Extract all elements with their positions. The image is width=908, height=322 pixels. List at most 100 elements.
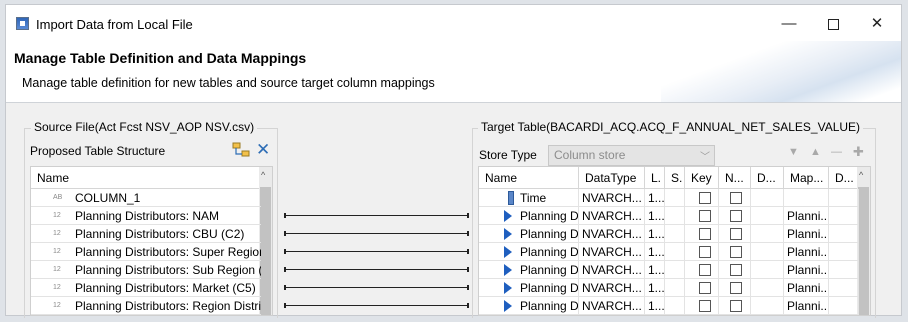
key-checkbox[interactable] bbox=[699, 210, 711, 222]
target-name-cell[interactable]: Planning D bbox=[479, 261, 579, 279]
key-cell[interactable] bbox=[685, 189, 719, 207]
length-cell[interactable]: 1... bbox=[645, 225, 665, 243]
description-cell[interactable] bbox=[829, 261, 859, 279]
target-name-cell[interactable]: Time bbox=[479, 189, 579, 207]
mapping-cell[interactable] bbox=[784, 189, 829, 207]
target-column-header[interactable]: L. bbox=[645, 167, 665, 189]
nullable-cell[interactable] bbox=[719, 207, 751, 225]
source-table-row[interactable]: 12 Planning Distributors: Region Distribu… bbox=[31, 297, 261, 315]
nullable-checkbox[interactable] bbox=[730, 300, 742, 312]
default-cell[interactable] bbox=[751, 243, 784, 261]
nullable-cell[interactable] bbox=[719, 243, 751, 261]
source-table-row[interactable]: 12 Planning Distributors: Super Region (C… bbox=[31, 243, 261, 261]
default-cell[interactable] bbox=[751, 279, 784, 297]
description-cell[interactable] bbox=[829, 189, 859, 207]
target-column-header[interactable]: N... bbox=[719, 167, 751, 189]
datatype-cell[interactable]: NVARCH... bbox=[579, 189, 645, 207]
description-cell[interactable] bbox=[829, 243, 859, 261]
key-cell[interactable] bbox=[685, 225, 719, 243]
mapping-connector-line[interactable] bbox=[284, 213, 469, 218]
key-checkbox[interactable] bbox=[699, 192, 711, 204]
nullable-checkbox[interactable] bbox=[730, 228, 742, 240]
scroll-thumb[interactable] bbox=[858, 187, 869, 315]
length-cell[interactable]: 1... bbox=[645, 297, 665, 315]
add-column-icon[interactable]: ✚ bbox=[853, 144, 864, 160]
description-cell[interactable] bbox=[829, 225, 859, 243]
description-cell[interactable] bbox=[829, 207, 859, 225]
key-cell[interactable] bbox=[685, 297, 719, 315]
tree-structure-icon[interactable] bbox=[232, 142, 250, 158]
scale-cell[interactable] bbox=[665, 243, 685, 261]
length-cell[interactable]: 1... bbox=[645, 189, 665, 207]
scale-cell[interactable] bbox=[665, 225, 685, 243]
length-cell[interactable]: 1... bbox=[645, 243, 665, 261]
key-cell[interactable] bbox=[685, 261, 719, 279]
mapping-cell[interactable]: Planni... bbox=[784, 279, 829, 297]
mapping-connector-line[interactable] bbox=[284, 249, 469, 254]
default-cell[interactable] bbox=[751, 207, 784, 225]
source-table-row[interactable]: 12 Planning Distributors: Market (C5) bbox=[31, 279, 261, 297]
datatype-cell[interactable]: NVARCH... bbox=[579, 279, 645, 297]
nullable-cell[interactable] bbox=[719, 279, 751, 297]
nullable-checkbox[interactable] bbox=[730, 246, 742, 258]
mapping-cell[interactable]: Planni... bbox=[784, 207, 829, 225]
store-type-select[interactable]: Column store ﹀ bbox=[548, 145, 715, 166]
target-table-row[interactable]: Planning D NVARCH... 1... Planni... bbox=[479, 261, 859, 279]
scroll-up-arrow-icon[interactable]: ^ bbox=[859, 170, 863, 180]
nullable-cell[interactable] bbox=[719, 189, 751, 207]
target-column-header[interactable]: Name bbox=[479, 167, 579, 189]
close-button[interactable]: ✕ bbox=[855, 11, 899, 37]
nullable-cell[interactable] bbox=[719, 297, 751, 315]
source-table-row[interactable]: 12 Planning Distributors: NAM bbox=[31, 207, 261, 225]
remove-column-icon[interactable]: — bbox=[831, 146, 842, 158]
mapping-connector-line[interactable] bbox=[284, 285, 469, 290]
target-column-header[interactable]: Map... bbox=[784, 167, 829, 189]
key-checkbox[interactable] bbox=[699, 282, 711, 294]
datatype-cell[interactable]: NVARCH... bbox=[579, 207, 645, 225]
key-checkbox[interactable] bbox=[699, 264, 711, 276]
scroll-thumb[interactable] bbox=[260, 187, 271, 315]
nullable-checkbox[interactable] bbox=[730, 264, 742, 276]
length-cell[interactable]: 1... bbox=[645, 279, 665, 297]
target-name-cell[interactable]: Planning D bbox=[479, 225, 579, 243]
scale-cell[interactable] bbox=[665, 189, 685, 207]
source-table-row[interactable]: 12 Planning Distributors: CBU (C2) bbox=[31, 225, 261, 243]
mapping-connector-line[interactable] bbox=[284, 303, 469, 308]
scale-cell[interactable] bbox=[665, 297, 685, 315]
nullable-checkbox[interactable] bbox=[730, 282, 742, 294]
mapping-cell[interactable]: Planni... bbox=[784, 261, 829, 279]
source-table-row[interactable]: 12 Planning Distributors: Sub Region (C4) bbox=[31, 261, 261, 279]
key-checkbox[interactable] bbox=[699, 300, 711, 312]
target-column-header[interactable]: DataType bbox=[579, 167, 645, 189]
scale-cell[interactable] bbox=[665, 279, 685, 297]
nullable-cell[interactable] bbox=[719, 225, 751, 243]
target-table-row[interactable]: Planning D NVARCH... 1... Planni... bbox=[479, 207, 859, 225]
scale-cell[interactable] bbox=[665, 207, 685, 225]
mapping-cell[interactable]: Planni... bbox=[784, 297, 829, 315]
key-checkbox[interactable] bbox=[699, 228, 711, 240]
length-cell[interactable]: 1... bbox=[645, 207, 665, 225]
move-up-icon[interactable]: ▲ bbox=[810, 146, 821, 158]
nullable-checkbox[interactable] bbox=[730, 210, 742, 222]
target-name-cell[interactable]: Planning D bbox=[479, 279, 579, 297]
nullable-checkbox[interactable] bbox=[730, 192, 742, 204]
mapping-cell[interactable]: Planni... bbox=[784, 225, 829, 243]
datatype-cell[interactable]: NVARCH... bbox=[579, 243, 645, 261]
description-cell[interactable] bbox=[829, 297, 859, 315]
nullable-cell[interactable] bbox=[719, 261, 751, 279]
default-cell[interactable] bbox=[751, 189, 784, 207]
mapping-connector-line[interactable] bbox=[284, 267, 469, 272]
key-cell[interactable] bbox=[685, 207, 719, 225]
length-cell[interactable]: 1... bbox=[645, 261, 665, 279]
mapping-cell[interactable]: Planni... bbox=[784, 243, 829, 261]
source-table-row[interactable]: AB COLUMN_1 bbox=[31, 189, 261, 207]
datatype-cell[interactable]: NVARCH... bbox=[579, 225, 645, 243]
scale-cell[interactable] bbox=[665, 261, 685, 279]
scroll-up-arrow-icon[interactable]: ^ bbox=[261, 170, 265, 180]
target-column-header[interactable]: D... bbox=[751, 167, 784, 189]
description-cell[interactable] bbox=[829, 279, 859, 297]
default-cell[interactable] bbox=[751, 297, 784, 315]
key-cell[interactable] bbox=[685, 243, 719, 261]
move-down-icon[interactable]: ▼ bbox=[788, 146, 799, 158]
minimize-button[interactable]: — bbox=[767, 11, 811, 37]
